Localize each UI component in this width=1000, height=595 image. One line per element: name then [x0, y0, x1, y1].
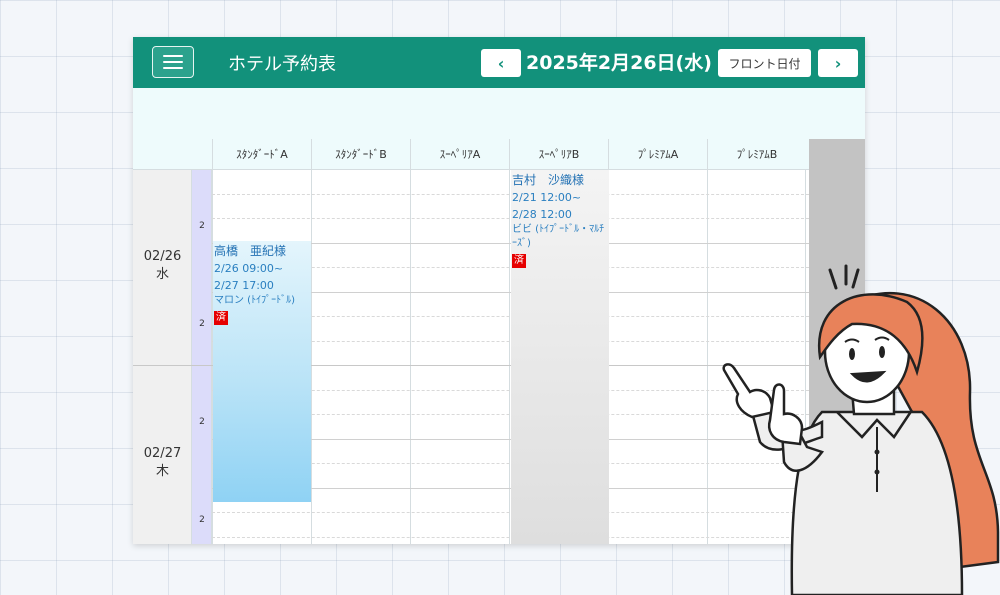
checkout-time: 2/28 12:00: [512, 208, 572, 221]
slot-label: 2: [199, 515, 205, 525]
day-date: 02/27: [143, 446, 182, 461]
room-header: ﾌﾟﾚﾐｱﾑA: [608, 139, 707, 169]
status-badge: 済: [214, 311, 228, 325]
front-date-button[interactable]: フロント日付: [718, 49, 811, 77]
eye: [879, 346, 885, 358]
menu-button[interactable]: [152, 46, 194, 78]
pointing-woman-illustration: [722, 264, 1000, 595]
booking-card[interactable]: 高橋 亜紀様 2/26 09:00~ 2/27 17:00 マロン (ﾄｲﾌﾟｰ…: [213, 241, 311, 502]
chevron-left-icon: ‹: [497, 53, 505, 73]
next-day-button[interactable]: ›: [818, 49, 858, 77]
room-header: ｽﾀﾝﾀﾞｰﾄﾞB: [311, 139, 410, 169]
room-header: ｽﾀﾝﾀﾞｰﾄﾞA: [212, 139, 311, 169]
menu-icon: [163, 61, 183, 63]
pet-info: マロン (ﾄｲﾌﾟｰﾄﾞﾙ): [214, 295, 295, 306]
booking-card-container: 吉村 沙織様 2/21 12:00~ 2/28 12:00 ビビ (ﾄｲﾌﾟｰﾄ…: [511, 170, 609, 544]
toolbar-area: [133, 88, 865, 139]
checkin-time: 2/26 09:00~: [214, 262, 284, 275]
day-weekday: 木: [155, 464, 169, 479]
booking-card[interactable]: 吉村 沙織様 2/21 12:00~ 2/28 12:00 ビビ (ﾄｲﾌﾟｰﾄ…: [511, 170, 609, 544]
day-label: 02/26 水: [133, 248, 192, 284]
room-header: ｽｰﾍﾟﾘｱA: [410, 139, 509, 169]
guest-name: 吉村 沙織様: [512, 173, 585, 187]
prev-day-button[interactable]: ‹: [481, 49, 521, 77]
page-title: ホテル予約表: [228, 54, 336, 75]
checkout-time: 2/27 17:00: [214, 279, 274, 292]
slot-label: 2: [199, 417, 205, 427]
right-hand: [767, 383, 804, 446]
day-date: 02/26: [143, 249, 182, 264]
checkin-time: 2/21 12:00~: [512, 191, 582, 204]
excitement-lines: [828, 264, 860, 290]
left-hand: [722, 363, 776, 419]
menu-icon: [163, 67, 183, 69]
room-header: ﾌﾟﾚﾐｱﾑB: [707, 139, 806, 169]
day-weekday: 水: [155, 267, 169, 282]
app-header: ホテル予約表 ‹ 2025年2月26日(水) フロント日付 ›: [133, 37, 865, 88]
slot-label: 2: [199, 319, 205, 329]
pet-info: ビビ (ﾄｲﾌﾟｰﾄﾞﾙ・ﾏﾙﾁｰｽﾞ): [512, 224, 605, 249]
menu-icon: [163, 55, 183, 57]
day-label: 02/27 木: [133, 445, 192, 481]
slot-label: 2: [199, 221, 205, 231]
chevron-right-icon: ›: [834, 53, 842, 73]
eye: [849, 348, 855, 360]
guest-name: 高橋 亜紀様: [214, 244, 287, 258]
status-badge: 済: [512, 254, 526, 268]
current-date: 2025年2月26日(水): [526, 52, 712, 74]
date-column: 02/26 水 02/27 木: [133, 170, 192, 544]
room-header: ｽｰﾍﾟﾘｱB: [509, 139, 608, 169]
room-header-row: ｽﾀﾝﾀﾞｰﾄﾞA ｽﾀﾝﾀﾞｰﾄﾞB ｽｰﾍﾟﾘｱA ｽｰﾍﾟﾘｱB ﾌﾟﾚﾐ…: [133, 139, 865, 170]
time-slot-column: 2 2 2 2: [192, 170, 212, 544]
